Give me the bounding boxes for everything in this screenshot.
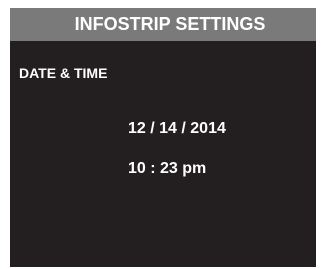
screen-title: INFOSTRIP SETTINGS <box>10 8 316 41</box>
time-field[interactable]: 10 : 23 pm <box>128 160 206 178</box>
date-field[interactable]: 12 / 14 / 2014 <box>128 120 226 138</box>
settings-screen: INFOSTRIP SETTINGS DATE & TIME 12 / 14 /… <box>10 8 316 267</box>
date-time-section-label: DATE & TIME <box>19 65 108 81</box>
